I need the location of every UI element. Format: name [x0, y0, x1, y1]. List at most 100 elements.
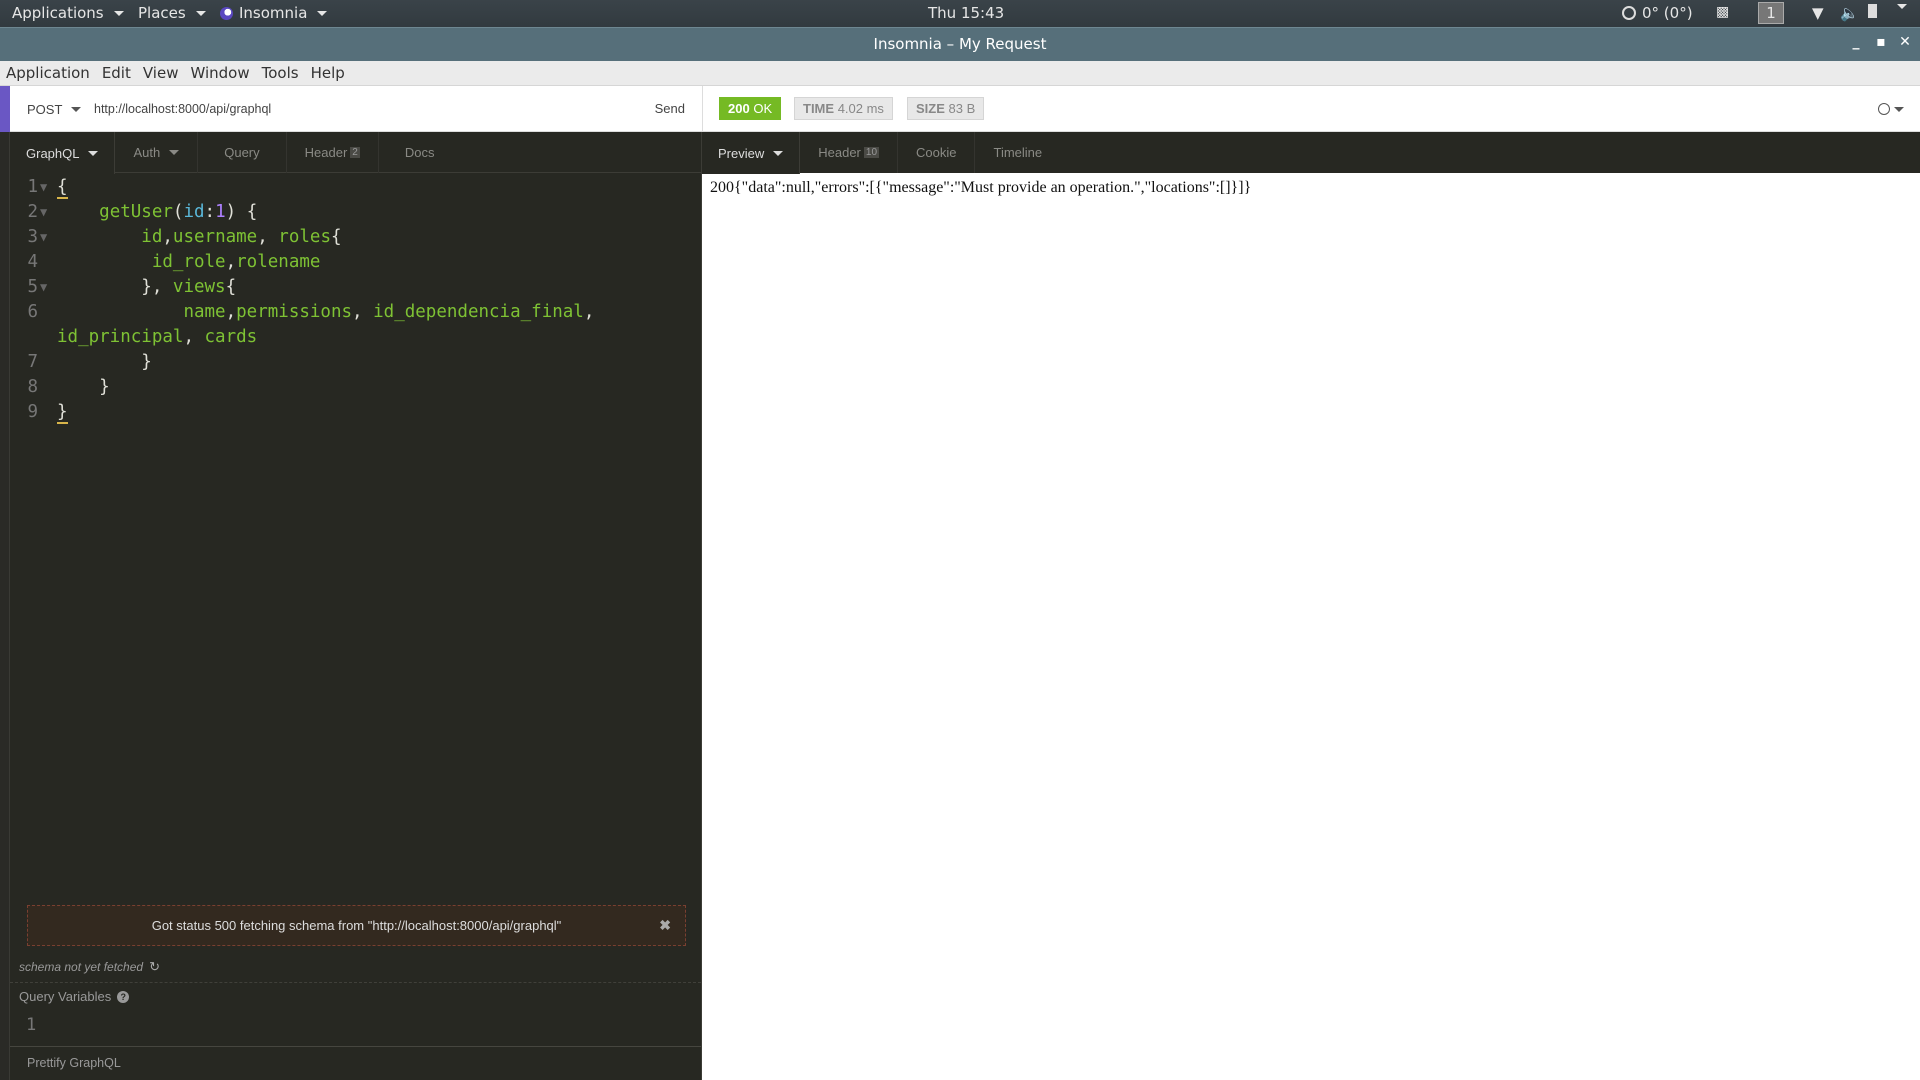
response-tabs: Preview Header 10 Cookie Timeline — [702, 132, 1920, 174]
chevron-down-icon — [71, 107, 82, 112]
orientation-label: 0° (0°) — [1642, 4, 1693, 22]
divider — [10, 1046, 701, 1047]
response-pane: Preview Header 10 Cookie Timeline 200{"da… — [702, 132, 1920, 1080]
response-body[interactable]: 200{"data":null,"errors":[{"message":"Mu… — [710, 179, 1251, 197]
maximize-icon[interactable]: ▪ — [1871, 34, 1891, 54]
code-text: id_principal, cards — [57, 327, 258, 347]
send-button[interactable]: Send — [655, 101, 685, 116]
help-icon[interactable]: ? — [117, 990, 130, 1003]
minimize-icon[interactable]: _ — [1846, 34, 1866, 54]
close-icon[interactable]: ✖ — [659, 917, 671, 934]
workspace-indicator[interactable]: 1 — [1758, 2, 1784, 24]
code-text: }, views{ — [57, 277, 237, 297]
graphql-editor[interactable]: 1 ▼{ 2 ▼ getUser(id:1) { 3 ▼ id,username, r… — [10, 173, 701, 425]
tab-auth[interactable]: Auth — [115, 132, 199, 173]
line-number: 8 — [27, 377, 38, 397]
camera-icon[interactable]: ▩ — [1716, 4, 1729, 20]
menu-window[interactable]: Window — [190, 64, 249, 82]
tab-docs[interactable]: Docs — [379, 132, 461, 173]
places-menu[interactable]: Places — [138, 4, 206, 22]
tab-query[interactable]: Query — [198, 132, 287, 173]
volume-icon[interactable]: 🔈 — [1840, 4, 1859, 22]
window-title-bar: Insomnia – My Request _ ▪ ✕ — [0, 27, 1920, 61]
schema-status: schema not yet fetched ↻ — [19, 959, 160, 975]
header-count-badge: 10 — [863, 147, 880, 158]
schema-error-banner: Got status 500 fetching schema from "htt… — [27, 905, 686, 946]
menu-tools[interactable]: Tools — [262, 64, 299, 82]
request-tabs: GraphQL Auth Query Header 2 Docs — [10, 132, 701, 174]
orientation-indicator[interactable]: 0° (0°) — [1622, 4, 1693, 22]
history-clock-icon[interactable] — [1878, 103, 1890, 115]
window-title: Insomnia – My Request — [873, 35, 1047, 53]
tab-timeline[interactable]: Timeline — [975, 132, 1060, 173]
code-text: id_role,rolename — [151, 252, 321, 272]
time-badge: TIME 4.02 ms — [794, 97, 893, 120]
workspace-number: 1 — [1766, 4, 1776, 22]
code-text: id,username, roles{ — [141, 227, 342, 247]
applications-label: Applications — [12, 4, 104, 22]
chevron-down-icon — [773, 150, 784, 156]
wifi-icon[interactable]: ▼ — [1812, 4, 1824, 22]
system-menu-chevron-icon[interactable] — [1893, 4, 1907, 9]
chevron-down-icon — [113, 10, 124, 16]
app-menu-label: Insomnia — [239, 4, 308, 22]
menu-help[interactable]: Help — [311, 64, 345, 82]
menu-application[interactable]: Application — [6, 64, 90, 82]
fold-arrow-icon[interactable]: ▼ — [40, 200, 47, 225]
tab-header[interactable]: Header 2 — [287, 132, 379, 173]
battery-icon[interactable] — [1868, 4, 1877, 18]
fold-arrow-icon[interactable]: ▼ — [40, 175, 47, 200]
tab-label: Cookie — [916, 145, 957, 160]
code-line: 6 name,permissions, id_dependencia_final… — [10, 300, 701, 325]
close-icon[interactable]: ✕ — [1895, 34, 1915, 54]
tab-graphql[interactable]: GraphQL — [10, 132, 116, 174]
line-number: 1 — [27, 177, 38, 197]
header-count-badge: 2 — [350, 147, 360, 158]
tab-label: Header — [304, 145, 348, 160]
tab-label: Timeline — [993, 145, 1043, 160]
code-text: name,permissions, id_dependencia_final, — [183, 302, 595, 322]
request-pane: GraphQL Auth Query Header 2 Docs 1 ▼{ 2 ▼ g… — [10, 132, 702, 1080]
size-badge: SIZE 83 B — [907, 97, 985, 120]
chevron-down-icon — [195, 10, 206, 16]
sidebar-collapsed[interactable] — [0, 86, 10, 1080]
url-input[interactable]: http://localhost:8000/api/graphql — [94, 102, 271, 116]
applications-menu[interactable]: Applications — [12, 4, 124, 22]
clock[interactable]: Thu 15:43 — [928, 4, 1004, 22]
code-text: } — [57, 402, 68, 424]
status-text: OK — [753, 101, 773, 116]
refresh-icon[interactable]: ↻ — [149, 959, 160, 975]
line-number: 9 — [27, 402, 38, 422]
insomnia-logo-icon — [220, 6, 233, 20]
chevron-down-icon — [317, 10, 328, 16]
line-number: 2 — [27, 202, 38, 222]
query-variables-editor[interactable]: 1 — [26, 1015, 36, 1035]
status-badge: 200 OK — [719, 97, 782, 120]
schema-error-text: Got status 500 fetching schema from "htt… — [151, 918, 562, 933]
code-line: 3 ▼ id,username, roles{ — [10, 225, 701, 250]
line-number: 5 — [27, 277, 38, 297]
tab-label: Auth — [133, 145, 161, 160]
size-label: SIZE — [916, 101, 945, 116]
code-line: 9} — [10, 400, 701, 425]
clock-label: Thu 15:43 — [928, 4, 1005, 22]
menu-edit[interactable]: Edit — [102, 64, 131, 82]
tab-response-header[interactable]: Header 10 — [800, 132, 899, 173]
size-value: 83 B — [948, 101, 976, 116]
history-chevron-down-icon[interactable] — [1894, 107, 1904, 112]
time-value: 4.02 ms — [837, 101, 884, 116]
tab-preview[interactable]: Preview — [702, 132, 801, 174]
tab-cookie[interactable]: Cookie — [898, 132, 976, 173]
menu-view[interactable]: View — [143, 64, 179, 82]
prettify-graphql-button[interactable]: Prettify GraphQL — [27, 1056, 121, 1070]
schema-status-text: schema not yet fetched — [19, 960, 144, 974]
method-dropdown[interactable]: POST — [27, 102, 82, 117]
status-code: 200 — [728, 101, 750, 116]
code-text: { — [57, 177, 68, 199]
menu-bar: Application Edit View Window Tools Help — [0, 61, 1920, 86]
app-menu-insomnia[interactable]: Insomnia — [220, 4, 328, 22]
fold-arrow-icon[interactable]: ▼ — [40, 225, 47, 250]
url-bar: POST http://localhost:8000/api/graphql S… — [10, 86, 702, 132]
line-number: 6 — [27, 302, 38, 322]
fold-arrow-icon[interactable]: ▼ — [40, 275, 47, 300]
